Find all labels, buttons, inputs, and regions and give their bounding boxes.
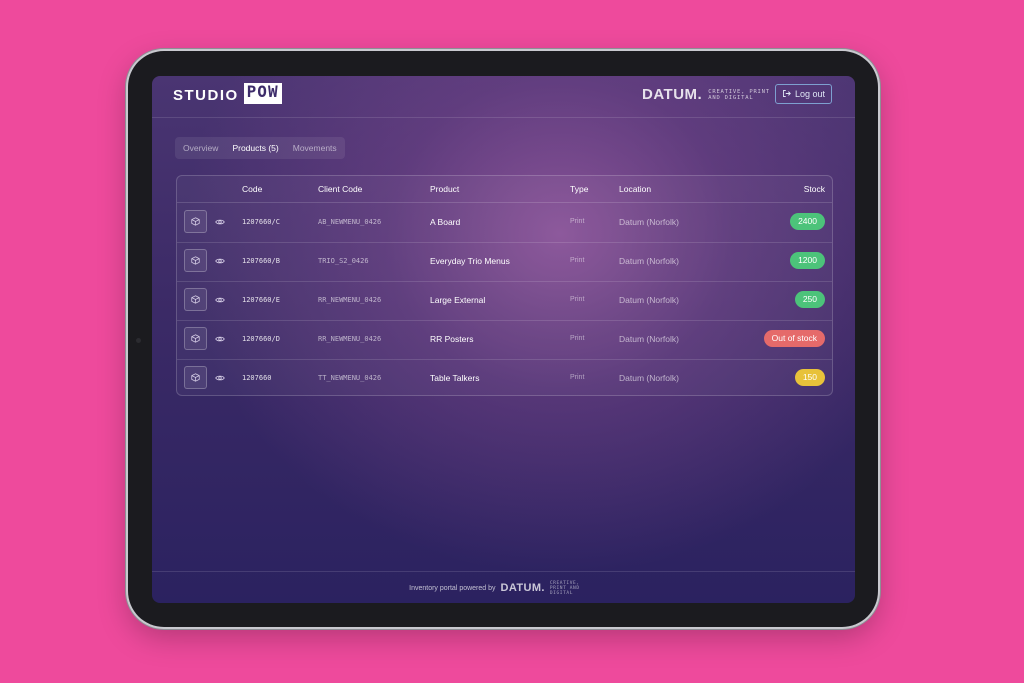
view-button[interactable] — [214, 372, 226, 384]
cell-client-code: TT_NEWMENU_0426 — [318, 374, 382, 382]
box-icon — [191, 369, 200, 387]
logout-button[interactable]: Log out — [775, 84, 832, 104]
app-header: STUDIO POW DATUM. CREATIVE, PRINT AND DI… — [152, 76, 855, 118]
cell-location: Datum (Norfolk) — [619, 334, 679, 344]
cell-client-code: RR_NEWMENU_0426 — [318, 335, 382, 343]
view-button[interactable] — [214, 294, 226, 306]
cell-product: Table Talkers — [430, 373, 480, 383]
table-row[interactable]: 1207660/C AB_NEWMENU_0426 A Board Print Datu… — [177, 203, 832, 243]
box-button[interactable] — [184, 249, 207, 272]
table-row[interactable]: 1207660/B TRIO_S2_0426 Everyday Trio Menus… — [177, 242, 832, 282]
stock-badge: 250 — [794, 291, 825, 308]
datum-tagline: CREATIVE, PRINT AND DIGITAL — [708, 88, 770, 101]
cell-location: Datum (Norfolk) — [619, 217, 679, 227]
view-button[interactable] — [214, 333, 226, 345]
cell-client-code: AB_NEWMENU_0426 — [318, 218, 382, 226]
eye-icon — [215, 252, 225, 270]
cell-code: 1207660/D — [242, 335, 280, 343]
footer-text: Inventory portal powered by — [409, 584, 496, 592]
view-button[interactable] — [214, 216, 226, 228]
box-icon — [191, 252, 200, 270]
cell-type: Print — [570, 335, 585, 342]
studio-pow-logo[interactable]: STUDIO POW — [173, 83, 282, 104]
table-row[interactable]: 1207660/D RR_NEWMENU_0426 RR Posters Print D… — [177, 320, 832, 360]
table-row[interactable]: 1207660/E RR_NEWMENU_0426 Large External Pr… — [177, 281, 832, 321]
footer-datum-tagline: CREATIVE, PRINT AND DIGITAL — [549, 580, 580, 596]
col-product[interactable]: Product — [430, 184, 459, 194]
col-location[interactable]: Location — [619, 184, 651, 194]
cell-location: Datum (Norfolk) — [619, 373, 679, 383]
stock-badge: 1200 — [790, 252, 825, 269]
col-client-code[interactable]: Client Code — [318, 184, 362, 194]
col-code[interactable]: Code — [242, 184, 262, 194]
products-table: Code Client Code Product Type Location S… — [176, 175, 833, 396]
logout-icon — [782, 89, 791, 100]
view-button[interactable] — [214, 255, 226, 267]
table-row[interactable]: 1207660 TT_NEWMENU_0426 Table Talkers Print… — [177, 359, 832, 398]
cell-product: Everyday Trio Menus — [430, 256, 510, 266]
cell-type: Print — [570, 374, 585, 381]
cell-type: Print — [570, 257, 585, 264]
box-button[interactable] — [184, 366, 207, 389]
eye-icon — [215, 213, 225, 231]
cell-client-code: TRIO_S2_0426 — [318, 257, 369, 265]
stock-badge: Out of stock — [763, 330, 825, 347]
footer: Inventory portal powered by DATUM. CREAT… — [152, 571, 855, 603]
tab-products[interactable]: Products (5) — [232, 143, 278, 153]
cell-product: A Board — [430, 217, 461, 227]
cell-client-code: RR_NEWMENU_0426 — [318, 296, 382, 304]
eye-icon — [215, 291, 225, 309]
app-screen: STUDIO POW DATUM. CREATIVE, PRINT AND DI… — [152, 76, 855, 603]
cell-code: 1207660/B — [242, 257, 280, 265]
box-button[interactable] — [184, 327, 207, 350]
box-button[interactable] — [184, 288, 207, 311]
cell-location: Datum (Norfolk) — [619, 256, 679, 266]
cell-product: RR Posters — [430, 334, 474, 344]
table-header: Code Client Code Product Type Location S… — [177, 176, 832, 203]
cell-code: 1207660/E — [242, 296, 280, 304]
box-icon — [191, 213, 200, 231]
stock-badge: 2400 — [790, 213, 825, 230]
cell-product: Large External — [430, 295, 486, 305]
cell-location: Datum (Norfolk) — [619, 295, 679, 305]
tab-overview[interactable]: Overview — [183, 143, 218, 153]
box-button[interactable] — [184, 210, 207, 233]
box-icon — [191, 291, 200, 309]
box-icon — [191, 330, 200, 348]
tab-movements[interactable]: Movements — [293, 143, 337, 153]
cell-code: 1207660 — [242, 374, 272, 382]
logo-pow-text: POW — [243, 83, 282, 104]
cell-type: Print — [570, 296, 585, 303]
cell-type: Print — [570, 218, 585, 225]
camera — [136, 338, 141, 343]
col-type[interactable]: Type — [570, 184, 588, 194]
stock-badge: 150 — [794, 369, 825, 386]
datum-name: DATUM. — [642, 86, 703, 103]
logo-studio-text: STUDIO — [173, 86, 239, 104]
footer-datum-name: DATUM. — [500, 582, 545, 594]
datum-logo: DATUM. CREATIVE, PRINT AND DIGITAL — [642, 86, 770, 103]
view-tabs: Overview Products (5) Movements — [175, 137, 345, 159]
col-stock[interactable]: Stock — [804, 184, 825, 194]
cell-code: 1207660/C — [242, 218, 280, 226]
logout-label: Log out — [794, 89, 826, 99]
eye-icon — [215, 330, 225, 348]
eye-icon — [215, 369, 225, 387]
